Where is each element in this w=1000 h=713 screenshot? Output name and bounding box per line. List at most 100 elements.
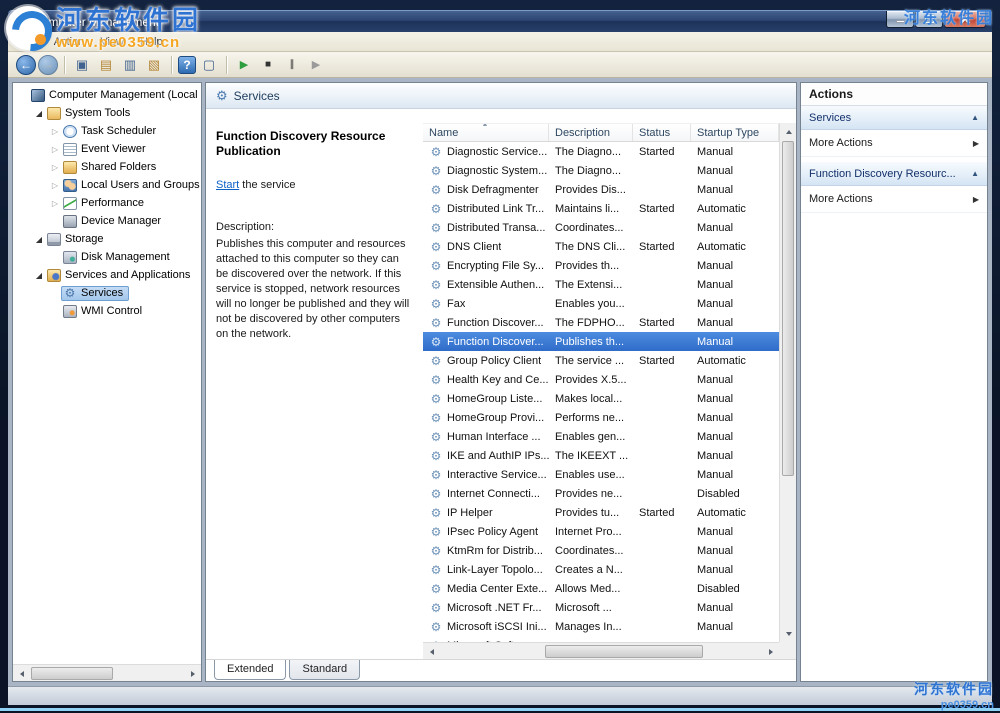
tree-item-computer-management-local[interactable]: Computer Management (Local xyxy=(13,86,201,104)
export-list-button[interactable]: ▤ xyxy=(95,55,117,75)
service-description: Manages In... xyxy=(549,621,633,633)
start-service-link[interactable]: Start xyxy=(216,179,239,191)
tree-item-services[interactable]: ⚙Services xyxy=(13,284,201,302)
service-description: Performs ne... xyxy=(549,412,633,424)
service-row-group-policy-client[interactable]: ⚙Group Policy ClientThe service ...Start… xyxy=(423,351,779,370)
back-button[interactable]: ← xyxy=(16,55,36,75)
column-header-description[interactable]: Description xyxy=(549,124,633,141)
collapse-chevron-icon: ▲ xyxy=(971,113,979,122)
service-name: IPsec Policy Agent xyxy=(447,526,538,538)
service-description: Provides tu... xyxy=(549,507,633,519)
service-row-ipsec-policy-agent[interactable]: ⚙IPsec Policy AgentInternet Pro...Manual xyxy=(423,522,779,541)
service-row-diagnostic-system[interactable]: ⚙Diagnostic System...The Diagno...Manual xyxy=(423,161,779,180)
toolbar: ←→▣▤▥▧?▢▶■∥▶ xyxy=(8,52,992,78)
service-row-ktmrm-for-distrib[interactable]: ⚙KtmRm for Distrib...Coordinates...Manua… xyxy=(423,541,779,560)
help-button[interactable]: ? xyxy=(178,56,196,74)
scroll-down-button[interactable] xyxy=(780,625,797,642)
service-row-interactive-service[interactable]: ⚙Interactive Service...Enables use...Man… xyxy=(423,465,779,484)
start-service-button[interactable]: ▶ xyxy=(233,55,255,75)
services-list-area: Name▲DescriptionStatusStartup Type ⚙Diag… xyxy=(423,109,796,659)
column-header-status[interactable]: Status xyxy=(633,124,691,141)
scroll-up-button[interactable] xyxy=(780,123,797,140)
actions-section-label: Services xyxy=(809,112,851,124)
tree-expander-expanded-icon[interactable]: ◢ xyxy=(33,235,45,244)
tab-extended[interactable]: Extended xyxy=(214,660,286,680)
scroll-right-button[interactable] xyxy=(184,665,201,682)
action-item-more-actions[interactable]: More Actions▶ xyxy=(801,186,987,213)
frame-bottom-edge xyxy=(0,708,1000,711)
tree-item-event-viewer[interactable]: ▷Event Viewer xyxy=(13,140,201,158)
scroll-left-button[interactable] xyxy=(423,643,440,660)
tree-item-content: Event Viewer xyxy=(61,142,152,157)
service-row-function-discover[interactable]: ⚙Function Discover...Publishes th...Manu… xyxy=(423,332,779,351)
tree-item-task-scheduler[interactable]: ▷Task Scheduler xyxy=(13,122,201,140)
tree-item-label: Computer Management (Local xyxy=(49,89,200,101)
forward-button[interactable]: → xyxy=(38,55,58,75)
column-header-startup-type[interactable]: Startup Type xyxy=(691,124,779,141)
tree-item-wmi-control[interactable]: WMI Control xyxy=(13,302,201,320)
tree-item-device-manager[interactable]: Device Manager xyxy=(13,212,201,230)
service-row-homegroup-provi[interactable]: ⚙HomeGroup Provi...Performs ne...Manual xyxy=(423,408,779,427)
service-row-ike-and-authip-ips[interactable]: ⚙IKE and AuthIP IPs...The IKEEXT ...Manu… xyxy=(423,446,779,465)
tree-item-system-tools[interactable]: ◢System Tools xyxy=(13,104,201,122)
service-row-link-layer-topolo[interactable]: ⚙Link-Layer Topolo...Creates a N...Manua… xyxy=(423,560,779,579)
service-row-extensible-authen[interactable]: ⚙Extensible Authen...The Extensi...Manua… xyxy=(423,275,779,294)
tree-expander-collapsed-icon[interactable]: ▷ xyxy=(49,127,61,136)
service-row-diagnostic-service[interactable]: ⚙Diagnostic Service...The Diagno...Start… xyxy=(423,142,779,161)
service-name-cell: ⚙Diagnostic System... xyxy=(423,164,549,178)
show-hide-tree-button[interactable]: ▣ xyxy=(71,55,93,75)
tree-expander-collapsed-icon[interactable]: ▷ xyxy=(49,163,61,172)
service-row-microsoft-net-fr[interactable]: ⚙Microsoft .NET Fr...Microsoft ...Manual xyxy=(423,598,779,617)
service-row-microsoft-iscsi-ini[interactable]: ⚙Microsoft iSCSI Ini...Manages In...Manu… xyxy=(423,617,779,636)
actions-body: Services▲More Actions▶Function Discovery… xyxy=(801,106,987,218)
list-horizontal-scrollbar[interactable] xyxy=(423,642,779,659)
tree-horizontal-scrollbar[interactable] xyxy=(13,664,201,681)
action-item-more-actions[interactable]: More Actions▶ xyxy=(801,130,987,157)
service-name-cell: ⚙Encrypting File Sy... xyxy=(423,259,549,273)
service-row-internet-connecti[interactable]: ⚙Internet Connecti...Provides ne...Disab… xyxy=(423,484,779,503)
tab-standard[interactable]: Standard xyxy=(289,660,360,680)
tree-scroll-thumb[interactable] xyxy=(31,667,113,680)
service-row-dns-client[interactable]: ⚙DNS ClientThe DNS Cli...StartedAutomati… xyxy=(423,237,779,256)
service-row-distributed-link-tr[interactable]: ⚙Distributed Link Tr...Maintains li...St… xyxy=(423,199,779,218)
service-row-ip-helper[interactable]: ⚙IP HelperProvides tu...StartedAutomatic xyxy=(423,503,779,522)
vertical-scroll-thumb[interactable] xyxy=(782,141,794,476)
actions-section-function-discovery-resourc[interactable]: Function Discovery Resourc...▲ xyxy=(801,162,987,186)
tree-expander-collapsed-icon[interactable]: ▷ xyxy=(49,145,61,154)
stop-service-button[interactable]: ■ xyxy=(257,55,279,75)
service-row-media-center-exte[interactable]: ⚙Media Center Exte...Allows Med...Disabl… xyxy=(423,579,779,598)
column-header-name[interactable]: Name▲ xyxy=(423,124,549,141)
refresh-button[interactable]: ▧ xyxy=(143,55,165,75)
service-row-disk-defragmenter[interactable]: ⚙Disk DefragmenterProvides Dis...Manual xyxy=(423,180,779,199)
service-row-distributed-transa[interactable]: ⚙Distributed Transa...Coordinates...Manu… xyxy=(423,218,779,237)
actions-section-services[interactable]: Services ▲ xyxy=(801,106,987,130)
vertical-scrollbar[interactable] xyxy=(779,123,796,642)
service-row-homegroup-liste[interactable]: ⚙HomeGroup Liste...Makes local...Manual xyxy=(423,389,779,408)
tree-expander-expanded-icon[interactable]: ◢ xyxy=(33,271,45,280)
service-row-health-key-and-ce[interactable]: ⚙Health Key and Ce...Provides X.5...Manu… xyxy=(423,370,779,389)
service-description: Maintains li... xyxy=(549,203,633,215)
service-row-function-discover[interactable]: ⚙Function Discover...The FDPHO...Started… xyxy=(423,313,779,332)
tree-expander-collapsed-icon[interactable]: ▷ xyxy=(49,199,61,208)
tree-item-services-and-applications[interactable]: ◢Services and Applications xyxy=(13,266,201,284)
list-scroll-thumb[interactable] xyxy=(545,645,703,658)
tree-item-storage[interactable]: ◢Storage xyxy=(13,230,201,248)
tree-expander-collapsed-icon[interactable]: ▷ xyxy=(49,181,61,190)
restart-service-button[interactable]: ▶ xyxy=(305,55,327,75)
tree-item-shared-folders[interactable]: ▷Shared Folders xyxy=(13,158,201,176)
console-window-button[interactable]: ▢ xyxy=(198,55,220,75)
service-row-human-interface[interactable]: ⚙Human Interface ...Enables gen...Manual xyxy=(423,427,779,446)
tree-expander-expanded-icon[interactable]: ◢ xyxy=(33,109,45,118)
service-startup-type: Manual xyxy=(691,545,779,557)
tree-item-disk-management[interactable]: Disk Management xyxy=(13,248,201,266)
service-gear-icon: ⚙ xyxy=(429,373,443,387)
pause-service-button[interactable]: ∥ xyxy=(281,55,303,75)
tree-item-local-users-and-groups[interactable]: ▷Local Users and Groups xyxy=(13,176,201,194)
tree-item-performance[interactable]: ▷Performance xyxy=(13,194,201,212)
service-row-fax[interactable]: ⚙FaxEnables you...Manual xyxy=(423,294,779,313)
service-name: Health Key and Ce... xyxy=(447,374,549,386)
service-row-encrypting-file-sy[interactable]: ⚙Encrypting File Sy...Provides th...Manu… xyxy=(423,256,779,275)
scroll-right-button[interactable] xyxy=(762,643,779,660)
properties-button[interactable]: ▥ xyxy=(119,55,141,75)
scroll-left-button[interactable] xyxy=(13,665,30,682)
